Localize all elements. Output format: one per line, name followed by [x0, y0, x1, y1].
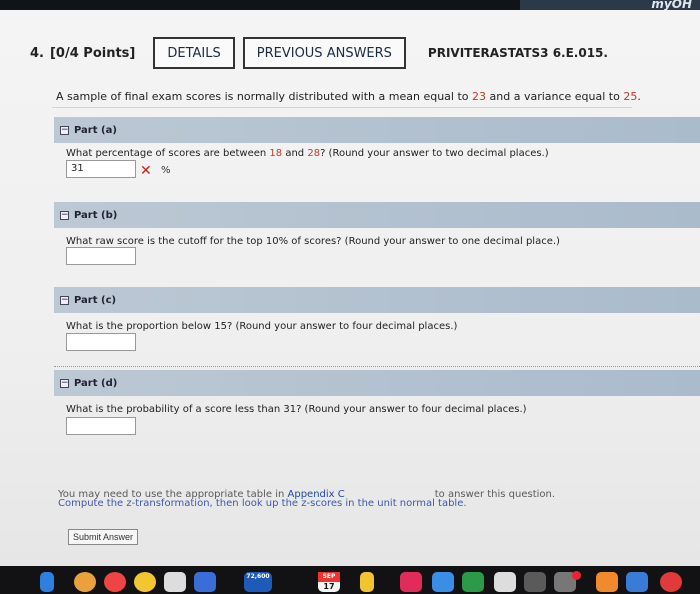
problem-text: A sample of final exam scores is normall…	[56, 90, 473, 103]
variance-value: 25	[623, 90, 638, 103]
part-a-value-1: 18	[269, 148, 283, 159]
question-number: 4.	[30, 45, 44, 61]
question-source-id: PRIVITERASTATS3 6.E.015.	[427, 46, 608, 60]
app-icon[interactable]	[524, 572, 546, 592]
menu-bar: myOH	[0, 0, 700, 11]
problem-text-variance: and a variance equal to	[486, 90, 624, 103]
notes-icon[interactable]	[360, 572, 374, 592]
app-icon[interactable]	[462, 572, 484, 592]
part-b-header[interactable]: − Part (b)	[54, 202, 700, 228]
app-icon[interactable]	[104, 572, 126, 592]
mean-value: 23	[472, 90, 487, 103]
menu-bar-strip: myOH	[520, 0, 700, 11]
divider	[54, 366, 700, 367]
part-c-header[interactable]: − Part (c)	[54, 287, 700, 313]
calendar-day: 17	[323, 582, 335, 591]
calendar-month: SEP	[318, 572, 340, 582]
part-b-answer-input[interactable]	[66, 247, 136, 265]
app-icon[interactable]	[626, 572, 648, 592]
part-a-question: What percentage of scores are between 18…	[66, 148, 549, 159]
tv-badge: 72,600	[246, 573, 270, 580]
previous-answers-button[interactable]: PREVIOUS ANSWERS	[242, 37, 406, 69]
collapse-icon[interactable]: −	[60, 210, 69, 220]
part-a-value-2: 28	[307, 148, 321, 159]
part-c-question: What is the proportion below 15? (Round …	[66, 321, 458, 332]
collapse-icon[interactable]: −	[60, 378, 69, 388]
question-header: 4. [0/4 Points] DETAILS PREVIOUS ANSWERS…	[30, 36, 608, 70]
collapse-icon[interactable]: −	[60, 295, 69, 305]
app-icon[interactable]	[660, 572, 682, 592]
part-a-question-end: ? (Round your answer to two decimal plac…	[320, 148, 549, 159]
finder-icon[interactable]	[40, 572, 54, 592]
part-d-header[interactable]: − Part (d)	[54, 370, 700, 396]
app-icon[interactable]	[164, 572, 186, 592]
part-a-answer-input[interactable]: 31	[66, 160, 136, 178]
part-a-label: Part (a)	[74, 124, 117, 136]
problem-text-end: .	[637, 90, 641, 103]
part-b-question: What raw score is the cutoff for the top…	[66, 236, 560, 247]
notification-badge	[572, 571, 581, 580]
question-points: [0/4 Points]	[49, 45, 136, 61]
collapse-icon[interactable]: −	[60, 125, 69, 135]
chrome-icon[interactable]	[134, 572, 156, 592]
calendar-icon[interactable]: SEP 17	[318, 572, 340, 592]
app-icon[interactable]	[74, 572, 96, 592]
app-icon[interactable]	[194, 572, 216, 592]
part-d-answer-input[interactable]	[66, 417, 136, 435]
part-d-label: Part (d)	[74, 377, 118, 389]
part-d-question: What is the probability of a score less …	[66, 404, 527, 415]
part-a-question-and: and	[282, 148, 308, 159]
app-icon[interactable]	[596, 572, 618, 592]
part-c-label: Part (c)	[74, 294, 117, 306]
part-a-header[interactable]: − Part (a)	[54, 117, 700, 143]
app-icon[interactable]	[432, 572, 454, 592]
problem-statement: A sample of final exam scores is normall…	[56, 90, 641, 103]
incorrect-x-icon: ✕	[140, 163, 152, 179]
tv-app-icon[interactable]: 72,600	[244, 572, 272, 592]
app-icon[interactable]	[494, 572, 516, 592]
divider	[52, 107, 632, 108]
part-b-label: Part (b)	[74, 209, 118, 221]
part-a-question-text: What percentage of scores are between	[66, 148, 270, 159]
compute-instruction: Compute the z-transformation, then look …	[58, 498, 467, 509]
part-a-unit: %	[161, 165, 171, 176]
submit-answer-button[interactable]: Submit Answer	[68, 529, 139, 545]
details-button[interactable]: DETAILS	[153, 37, 235, 69]
part-c-answer-input[interactable]	[66, 333, 136, 351]
app-icon[interactable]	[400, 572, 422, 592]
